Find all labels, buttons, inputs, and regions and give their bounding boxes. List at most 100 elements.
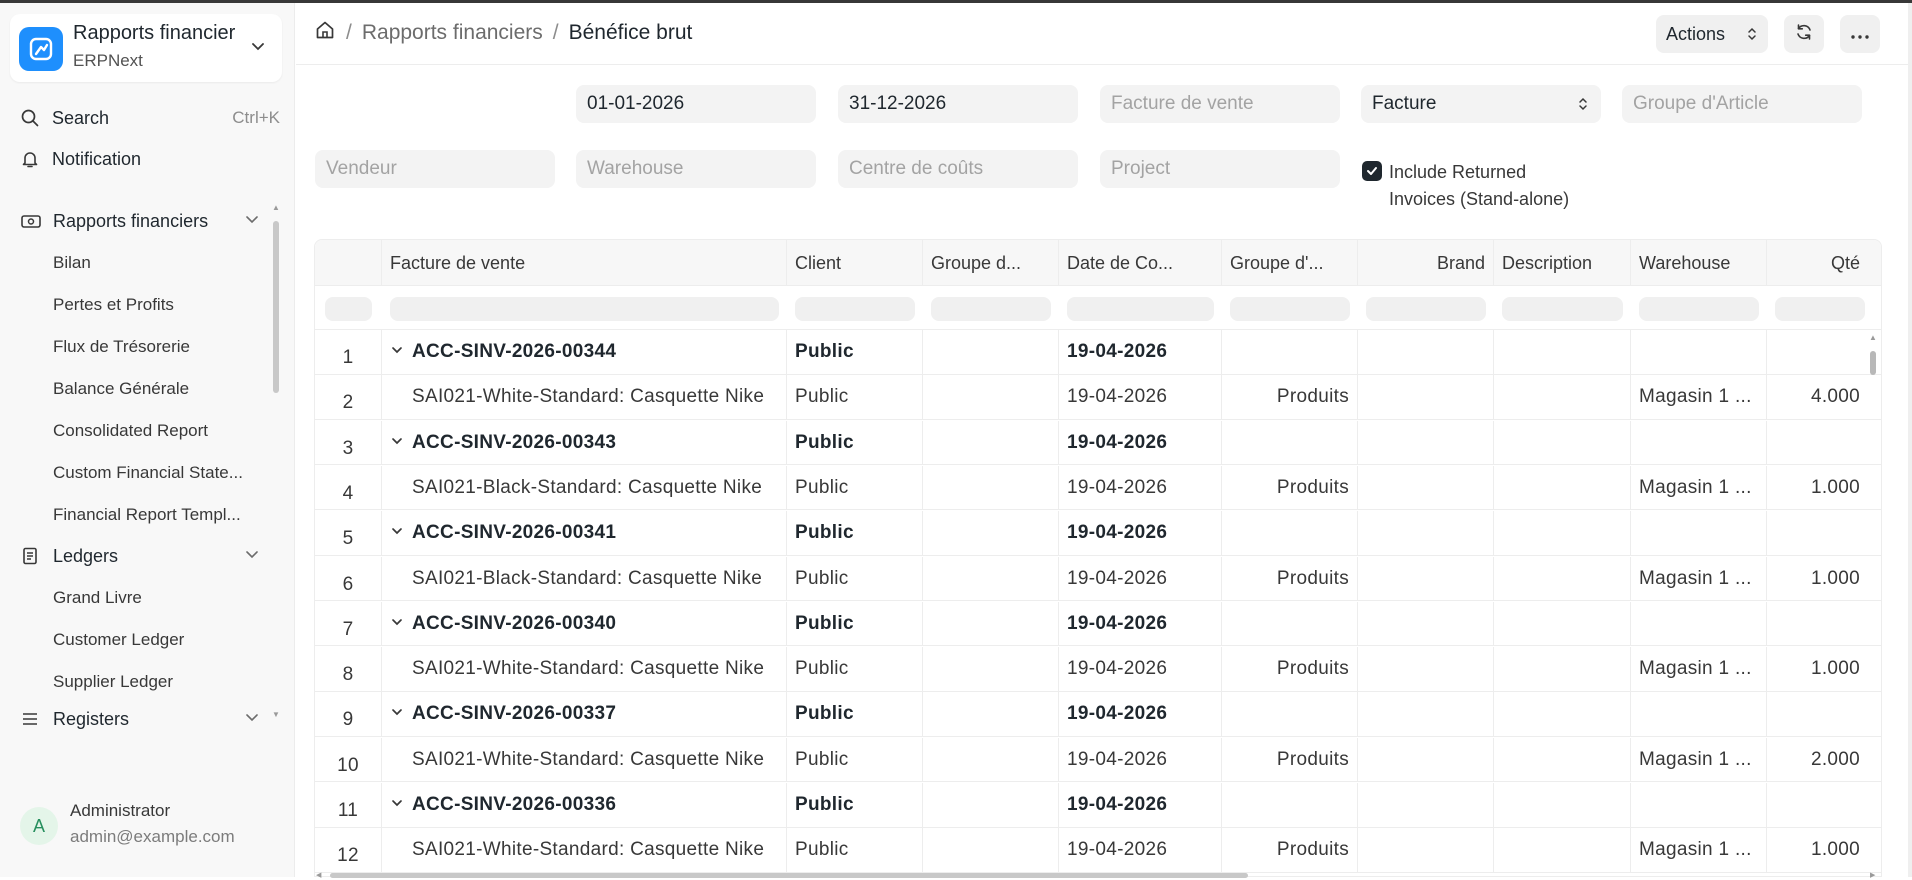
sidebar-item-bilan[interactable]: Bilan xyxy=(53,249,263,277)
cell-brand xyxy=(1358,511,1494,556)
col-header-item-group[interactable]: Groupe d'... xyxy=(1222,240,1358,286)
main-content: / Rapports financiers / Bénéfice brut Ac… xyxy=(296,3,1912,880)
col-header-client[interactable]: Client xyxy=(787,240,923,286)
filter-cell[interactable] xyxy=(1639,297,1759,321)
include-returned-checkbox[interactable] xyxy=(1362,161,1382,181)
more-button[interactable] xyxy=(1840,15,1880,53)
table-horizontal-scrollbar[interactable]: ◀ ▶ xyxy=(314,871,1882,880)
filter-cell[interactable] xyxy=(795,297,915,321)
cell-qty: 2.000 xyxy=(1767,738,1881,782)
refresh-button[interactable] xyxy=(1784,15,1824,53)
col-header-brand[interactable]: Brand xyxy=(1358,240,1494,286)
table-row[interactable]: 6 SAI021-Black-Standard: Casquette Nike Pu… xyxy=(315,556,1881,601)
collapse-toggle-icon[interactable] xyxy=(390,330,412,374)
sidebar-section-rapports[interactable]: Rapports financiers xyxy=(20,205,260,237)
cell-customer-group xyxy=(923,737,1059,782)
section-label: Rapports financiers xyxy=(53,210,209,231)
cell-customer-group xyxy=(923,828,1059,873)
breadcrumb-parent[interactable]: Rapports financiers xyxy=(362,21,543,45)
sidebar-item-pertes[interactable]: Pertes et Profits xyxy=(53,291,263,319)
group-by-select[interactable]: Facture xyxy=(1361,85,1601,123)
sidebar-scrollbar[interactable]: ▲ ▼ xyxy=(272,203,280,723)
table-hscroll-thumb[interactable] xyxy=(330,873,1248,878)
cell-warehouse xyxy=(1631,692,1767,737)
sidebar-section-ledgers[interactable]: Ledgers xyxy=(20,540,260,572)
item-group-field[interactable]: Groupe d'Article xyxy=(1622,85,1862,123)
filter-cell[interactable] xyxy=(1775,297,1865,321)
sales-person-field[interactable]: Vendeur xyxy=(315,150,555,188)
table-group-row[interactable]: 3 ACC-SINV-2026-00343 Public 19-04-2026 xyxy=(315,420,1881,466)
cell-date: 19-04-2026 xyxy=(1059,783,1222,827)
collapse-toggle-icon[interactable] xyxy=(390,602,412,646)
warehouse-field[interactable]: Warehouse xyxy=(576,150,816,188)
table-group-row[interactable]: 1 ACC-SINV-2026-00344 Public 19-04-2026 xyxy=(315,330,1881,375)
include-returned-label[interactable]: Include Returned Invoices (Stand-alone) xyxy=(1389,159,1589,213)
from-date-field[interactable]: 01-01-2026 xyxy=(576,85,816,123)
filter-cell[interactable] xyxy=(390,297,779,321)
sidebar-scroll-thumb[interactable] xyxy=(273,221,279,393)
table-vertical-scrollbar[interactable]: ▲ xyxy=(1866,333,1880,877)
project-field[interactable]: Project xyxy=(1100,150,1340,188)
table-row[interactable]: 12 SAI021-White-Standard: Casquette Nike P… xyxy=(315,828,1881,873)
actions-button[interactable]: Actions xyxy=(1656,15,1768,53)
sales-invoice-field[interactable]: Facture de vente xyxy=(1100,85,1340,123)
table-group-row[interactable]: 9 ACC-SINV-2026-00337 Public 19-04-2026 xyxy=(315,692,1881,737)
scroll-up-icon[interactable]: ▲ xyxy=(272,203,280,212)
scroll-up-icon[interactable]: ▲ xyxy=(1869,333,1877,342)
col-header-qty[interactable]: Qté xyxy=(1767,240,1881,286)
cell-date: 19-04-2026 xyxy=(1059,737,1222,782)
scroll-left-icon[interactable]: ◀ xyxy=(316,871,321,879)
filter-cell[interactable] xyxy=(1230,297,1350,321)
filter-cell[interactable] xyxy=(325,297,372,321)
table-row[interactable]: 10 SAI021-White-Standard: Casquette Nike P… xyxy=(315,737,1881,783)
sidebar-item-report-template[interactable]: Financial Report Templ... xyxy=(53,501,263,529)
table-group-row[interactable]: 5 ACC-SINV-2026-00341 Public 19-04-2026 xyxy=(315,511,1881,556)
cell-customer-group xyxy=(923,330,1059,374)
cost-center-field[interactable]: Centre de coûts xyxy=(838,150,1078,188)
table-scroll-thumb[interactable] xyxy=(1870,351,1876,375)
cell-warehouse xyxy=(1631,783,1767,827)
col-header-warehouse[interactable]: Warehouse xyxy=(1631,240,1767,286)
sidebar-section-registers[interactable]: Registers xyxy=(20,703,260,733)
sidebar-item-consolidated[interactable]: Consolidated Report xyxy=(53,417,263,445)
sidebar-item-customer-ledger[interactable]: Customer Ledger xyxy=(53,626,263,654)
sidebar-item-grand-livre[interactable]: Grand Livre xyxy=(53,584,263,612)
collapse-toggle-icon[interactable] xyxy=(390,783,412,827)
scroll-right-icon[interactable]: ▶ xyxy=(1870,871,1875,879)
collapse-toggle-icon[interactable] xyxy=(390,511,412,555)
sidebar-notification[interactable]: Notification xyxy=(18,144,280,174)
filter-cell[interactable] xyxy=(1502,297,1623,321)
sidebar-item-flux[interactable]: Flux de Trésorerie xyxy=(53,333,263,361)
collapse-toggle-icon[interactable] xyxy=(390,421,412,465)
scroll-down-icon[interactable]: ▼ xyxy=(272,710,280,719)
sidebar: Rapports financier ERPNext Search Ctrl+K… xyxy=(0,3,295,877)
sidebar-item-supplier-ledger[interactable]: Supplier Ledger xyxy=(53,668,263,696)
page-scrollbar[interactable] xyxy=(1908,3,1912,877)
filter-cell[interactable] xyxy=(1366,297,1486,321)
table-row[interactable]: 8 SAI021-White-Standard: Casquette Nike Pu… xyxy=(315,647,1881,692)
sidebar-item-balance[interactable]: Balance Générale xyxy=(53,375,263,403)
sidebar-search[interactable]: Search Ctrl+K xyxy=(18,103,280,133)
filter-cell[interactable] xyxy=(1067,297,1214,321)
table-group-row[interactable]: 7 ACC-SINV-2026-00340 Public 19-04-2026 xyxy=(315,601,1881,647)
col-header-description[interactable]: Description xyxy=(1494,240,1631,286)
avatar: A xyxy=(20,807,58,845)
col-header-invoice[interactable]: Facture de vente xyxy=(382,240,787,286)
table-row[interactable]: 2 SAI021-White-Standard: Casquette Nike Pu… xyxy=(315,375,1881,420)
filter-cell[interactable] xyxy=(931,297,1051,321)
search-shortcut: Ctrl+K xyxy=(232,108,280,127)
table-row[interactable]: 4 SAI021-Black-Standard: Casquette Nike Pu… xyxy=(315,465,1881,511)
collapse-toggle-icon[interactable] xyxy=(390,692,412,736)
cell-brand xyxy=(1358,420,1494,465)
sidebar-item-custom-statement[interactable]: Custom Financial State... xyxy=(53,459,263,487)
col-header-date[interactable]: Date de Co... xyxy=(1059,240,1222,286)
cell-brand xyxy=(1358,375,1494,420)
home-icon[interactable] xyxy=(314,19,336,47)
table-group-row[interactable]: 11 ACC-SINV-2026-00336 Public 19-04-2026 xyxy=(315,783,1881,828)
row-index: 9 xyxy=(315,692,382,737)
cell-client: Public xyxy=(787,375,923,420)
to-date-field[interactable]: 31-12-2026 xyxy=(838,85,1078,123)
app-switcher[interactable]: Rapports financier ERPNext xyxy=(10,14,282,82)
section-label: Registers xyxy=(53,708,130,729)
col-header-customer-group[interactable]: Groupe d... xyxy=(923,240,1059,286)
